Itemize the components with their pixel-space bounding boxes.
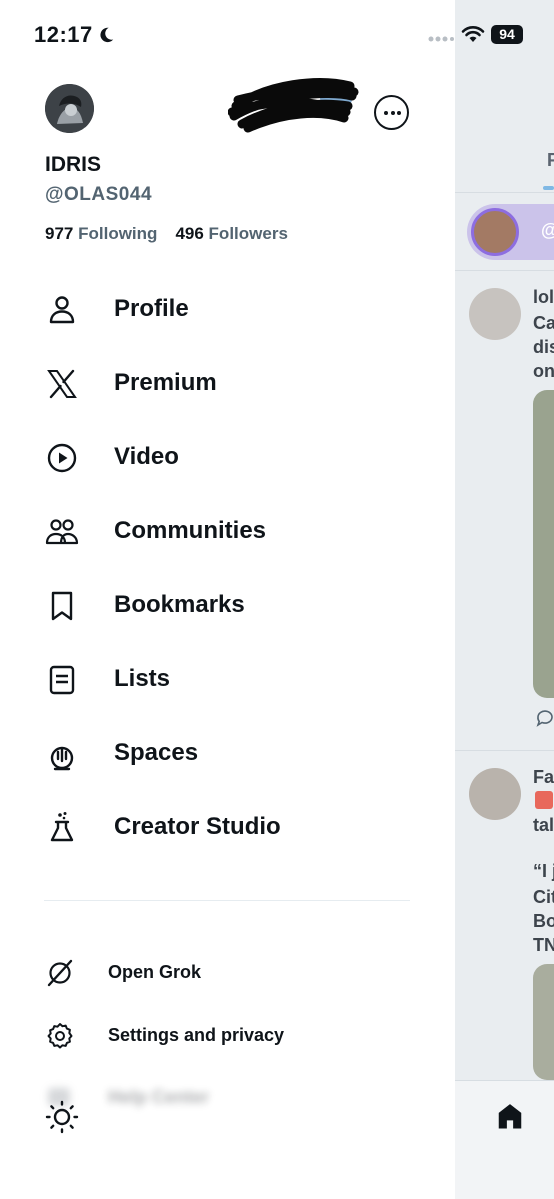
menu-label: Profile: [114, 295, 189, 322]
menu-label: Bookmarks: [114, 591, 245, 618]
post-text-line: Fa: [533, 767, 554, 787]
grok-icon: [47, 959, 73, 987]
menu-divider: [44, 900, 410, 901]
post-text-line: tal: [533, 815, 554, 835]
dot: [384, 111, 388, 115]
x-logo-icon: [47, 369, 77, 399]
following-link[interactable]: 977 Following: [45, 224, 157, 243]
redacted-account-scribble: [228, 78, 359, 133]
feed-tab-for-you[interactable]: F: [547, 150, 554, 171]
bookmark-icon: [51, 591, 73, 621]
menu-item-help-center[interactable]: Help Center: [44, 1078, 404, 1118]
menu-label: Video: [114, 443, 179, 470]
feed-tab-indicator: [543, 186, 554, 190]
followers-link[interactable]: 496 Followers: [175, 224, 287, 243]
communities-icon: [45, 519, 79, 545]
post-media[interactable]: [533, 390, 554, 698]
reply-icon[interactable]: [535, 708, 554, 728]
feed-divider: [455, 750, 554, 751]
menu-item-bookmarks[interactable]: Bookmarks: [44, 581, 404, 631]
menu-label: Spaces: [114, 739, 199, 766]
post-text-line: Ca: [533, 313, 554, 333]
menu-item-video[interactable]: Video: [44, 433, 404, 483]
post-text-line: lol: [533, 287, 554, 307]
post-author-avatar[interactable]: [469, 288, 521, 340]
menu-item-creator-studio[interactable]: Creator Studio: [44, 803, 404, 853]
spaces-icon: [50, 746, 74, 771]
menu-label: Creator Studio: [114, 813, 281, 840]
post-text-line: dis: [533, 337, 554, 357]
post-text-line: “I j: [533, 861, 554, 881]
more-accounts-button[interactable]: [374, 95, 409, 130]
post-text-line: on: [533, 361, 554, 381]
avatar-image: [45, 84, 94, 133]
gear-icon: [47, 1023, 73, 1049]
bottom-tab-bar: [455, 1080, 554, 1199]
person-icon: [49, 296, 75, 324]
menu-label: Communities: [114, 517, 267, 544]
post-media[interactable]: [533, 964, 554, 1080]
home-feed-background: F @ lol Ca dis on Fa tal “I j Cit Bo TN: [455, 0, 554, 1199]
profile-name: IDRIS: [45, 153, 102, 176]
menu-item-lists[interactable]: Lists: [44, 655, 404, 705]
post-text-line: Bo: [533, 911, 554, 931]
menu-label: Open Grok: [108, 962, 202, 982]
list-icon: [49, 665, 75, 695]
space-handle: @: [541, 220, 554, 241]
sun-icon[interactable]: [44, 1099, 80, 1135]
menu-item-profile[interactable]: Profile: [44, 285, 404, 335]
following-label: Following: [78, 224, 158, 243]
feed-divider: [455, 270, 554, 271]
avatar[interactable]: [45, 84, 94, 133]
status-time: 12:17: [34, 22, 93, 47]
post-text-line: TN: [533, 935, 554, 955]
home-icon[interactable]: [495, 1101, 525, 1131]
menu-label: Lists: [114, 665, 171, 692]
play-circle-icon: [47, 443, 77, 473]
live-space-bar[interactable]: @: [467, 204, 554, 260]
followers-label: Followers: [208, 224, 288, 243]
menu-item-communities[interactable]: Communities: [44, 507, 404, 557]
dot: [390, 111, 395, 115]
post-author-avatar[interactable]: [469, 768, 521, 820]
menu-label: Premium: [114, 369, 217, 396]
dot: [397, 111, 401, 115]
flask-icon: [50, 812, 74, 842]
followers-count: 496: [175, 224, 204, 243]
wifi-icon: [461, 26, 485, 42]
menu-item-settings-privacy[interactable]: Settings and privacy: [44, 1016, 404, 1056]
menu-label: Settings and privacy: [108, 1025, 285, 1045]
following-count: 977: [45, 224, 74, 243]
menu-item-open-grok[interactable]: Open Grok: [44, 953, 404, 993]
post-text-line: Cit: [533, 887, 554, 907]
signal-icon: [428, 36, 454, 42]
emoji-icon: [535, 791, 553, 809]
moon-icon: [100, 27, 114, 43]
space-host-avatar: [471, 208, 519, 256]
menu-item-spaces[interactable]: Spaces: [44, 729, 404, 779]
menu-label: Help Center: [108, 1087, 210, 1107]
profile-handle: @OLAS044: [45, 184, 153, 205]
battery-indicator: 94: [491, 25, 523, 44]
follow-stats: 977 Following 496 Followers: [45, 224, 288, 244]
menu-item-premium[interactable]: Premium: [44, 359, 404, 409]
